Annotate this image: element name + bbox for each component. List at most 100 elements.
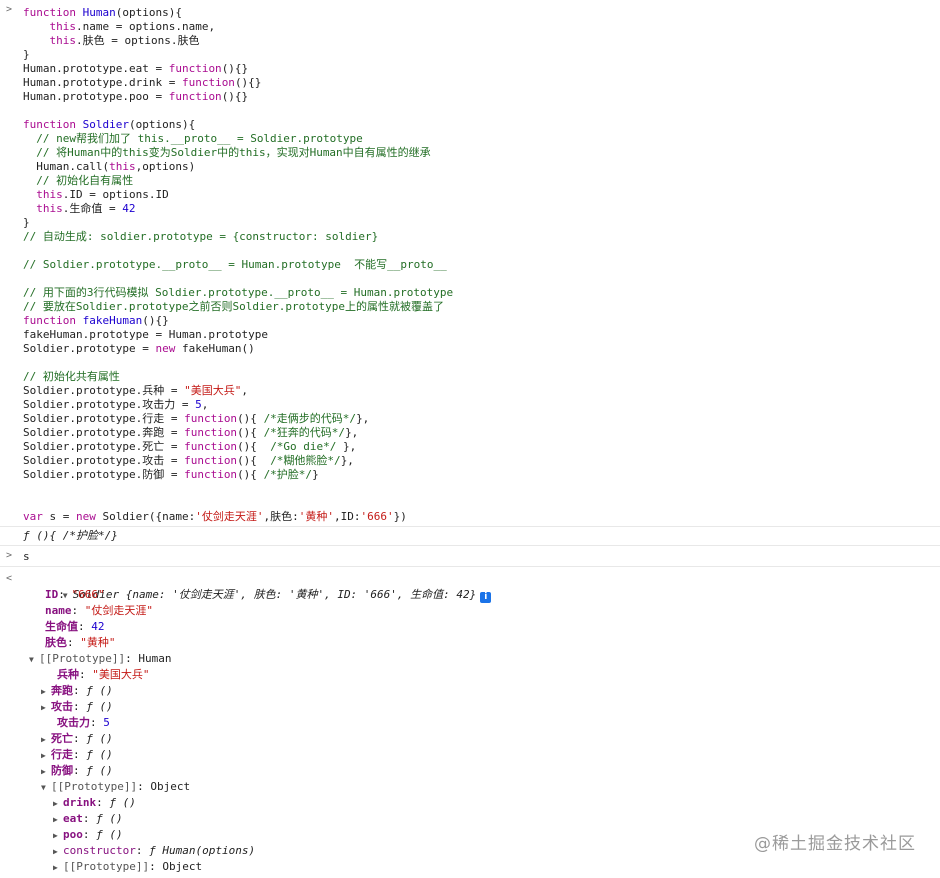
- code-token: (){}: [234, 76, 262, 89]
- code-token: Human.call(: [23, 160, 110, 173]
- property-key: ID: [45, 588, 59, 601]
- code-line: Soldier.prototype.奔跑 = function(){ /*狂奔的…: [23, 426, 940, 440]
- property-row[interactable]: ▶ 死亡: ƒ (): [23, 731, 940, 747]
- input-prompt-icon: >: [6, 4, 13, 15]
- code-token: },: [340, 454, 354, 467]
- property-row: 兵种: "美国大兵": [23, 667, 940, 683]
- code-token: fakeHuman(): [181, 342, 255, 355]
- property-key: [[Prototype]]: [51, 780, 138, 793]
- property-key: [[Prototype]]: [63, 860, 150, 873]
- separator: :: [125, 652, 139, 665]
- code-line: Soldier.prototype.行走 = function(){ /*走俩步…: [23, 412, 940, 426]
- separator: :: [96, 796, 110, 809]
- code-token: s =: [49, 510, 76, 523]
- code-line: // new帮我们加了 this.__proto__ = Soldier.pro…: [23, 132, 940, 146]
- code-line: this.肤色 = options.肤色: [23, 34, 940, 48]
- code-token: /*走俩步的代码*/: [263, 412, 357, 425]
- code-token: Human.prototype.drink =: [23, 76, 182, 89]
- code-token: function: [23, 6, 83, 19]
- code-token: Soldier.prototype.死亡 =: [23, 440, 185, 453]
- code-line: fakeHuman.prototype = Human.prototype: [23, 328, 940, 342]
- property-row[interactable]: ▶ 防御: ƒ (): [23, 763, 940, 779]
- property-value: "美国大兵": [92, 668, 150, 681]
- code-token: function: [181, 76, 235, 89]
- expand-triangle-icon[interactable]: ▶: [41, 684, 51, 700]
- expand-triangle-icon[interactable]: ▶: [41, 700, 51, 716]
- code-token: (options){: [128, 118, 196, 131]
- property-value: Human: [138, 652, 172, 665]
- separator: :: [73, 748, 87, 761]
- code-line: function fakeHuman(){}: [23, 314, 940, 328]
- property-row[interactable]: ▶ 奔跑: ƒ (): [23, 683, 940, 699]
- code-token: Human: [82, 6, 116, 19]
- code-token: },: [336, 440, 357, 453]
- code-token: },: [356, 412, 370, 425]
- code-token: this: [49, 20, 77, 33]
- code-token: 42: [122, 202, 136, 215]
- property-row[interactable]: ▶ eat: ƒ (): [23, 811, 940, 827]
- property-row[interactable]: ▶ 行走: ƒ (): [23, 747, 940, 763]
- property-value: ƒ (): [109, 796, 136, 809]
- code-token: function: [184, 454, 238, 467]
- code-line: // 用下面的3行代码模拟 Soldier.prototype.__proto_…: [23, 286, 940, 300]
- code-token: ,options): [135, 160, 196, 173]
- property-row[interactable]: ▶ 攻击: ƒ (): [23, 699, 940, 715]
- expand-triangle-icon[interactable]: ▶: [53, 844, 63, 860]
- code-token: (){}: [142, 314, 169, 327]
- collapse-triangle-icon[interactable]: ▼: [41, 780, 51, 796]
- input-prompt-icon: >: [6, 550, 13, 561]
- object-summary[interactable]: ▼ Soldier {name: '仗剑走天涯', 肤色: '黄种', ID: '…: [23, 571, 940, 603]
- code-line: // 要放在Soldier.prototype之前否则Soldier.proto…: [23, 300, 940, 314]
- separator: :: [73, 732, 87, 745]
- code-line: Human.call(this,options): [23, 160, 940, 174]
- code-result: ƒ (){ /*护脸*/}: [23, 529, 118, 542]
- code-line: // Soldier.prototype.__proto__ = Human.p…: [23, 258, 940, 272]
- code-token: new: [155, 342, 182, 355]
- expand-triangle-icon[interactable]: ▶: [41, 764, 51, 780]
- code-token: '黄种': [298, 510, 334, 523]
- property-key: 肤色: [45, 636, 67, 649]
- separator: :: [67, 636, 81, 649]
- code-token: // 初始化自有属性: [36, 174, 134, 187]
- property-key: 生命值: [45, 620, 78, 633]
- property-value: "666": [71, 588, 105, 601]
- expand-triangle-icon[interactable]: ▶: [41, 748, 51, 764]
- separator: :: [73, 764, 87, 777]
- collapse-triangle-icon[interactable]: ▼: [29, 652, 39, 668]
- code-line: // 将Human中的this变为Soldier中的this，实现对Human中…: [23, 146, 940, 160]
- property-value: ƒ (): [86, 764, 113, 777]
- expand-triangle-icon[interactable]: ▶: [53, 828, 63, 844]
- expand-triangle-icon[interactable]: ▶: [53, 796, 63, 812]
- code-token: '仗剑走天涯': [195, 510, 264, 523]
- prototype-node[interactable]: ▶ [[Prototype]]: Object: [23, 859, 940, 875]
- code-token: this: [109, 160, 136, 173]
- expand-triangle-icon[interactable]: ▶: [53, 812, 63, 828]
- console-input-entry[interactable]: > function Human(options){ this.name = o…: [0, 0, 940, 527]
- code-token: (){: [237, 426, 264, 439]
- code-token: }: [312, 468, 319, 481]
- code-token: }: [23, 216, 30, 229]
- input-text: s: [23, 550, 30, 563]
- code-token: function: [184, 468, 238, 481]
- code-token: // Soldier.prototype.__proto__ = Human.p…: [23, 258, 447, 271]
- code-token: .生命值 =: [62, 202, 123, 215]
- console-result-entry: ƒ (){ /*护脸*/}: [0, 527, 940, 546]
- code-token: this: [36, 202, 63, 215]
- expand-triangle-icon[interactable]: ▶: [53, 860, 63, 876]
- code-token: Soldier: [82, 118, 129, 131]
- code-token: // 自动生成: soldier.prototype = {constructo…: [23, 230, 379, 243]
- expand-triangle-icon[interactable]: ▶: [41, 732, 51, 748]
- property-key: 兵种: [57, 668, 79, 681]
- console-input-entry-2[interactable]: > s: [0, 546, 940, 567]
- property-row[interactable]: ▶ drink: ƒ (): [23, 795, 940, 811]
- prototype-node[interactable]: ▼ [[Prototype]]: Human: [23, 651, 940, 667]
- prototype-node[interactable]: ▼ [[Prototype]]: Object: [23, 779, 940, 795]
- separator: :: [82, 828, 97, 841]
- code-token: Soldier.prototype.兵种 =: [23, 384, 185, 397]
- separator: :: [137, 780, 151, 793]
- code-line: this.ID = options.ID: [23, 188, 940, 202]
